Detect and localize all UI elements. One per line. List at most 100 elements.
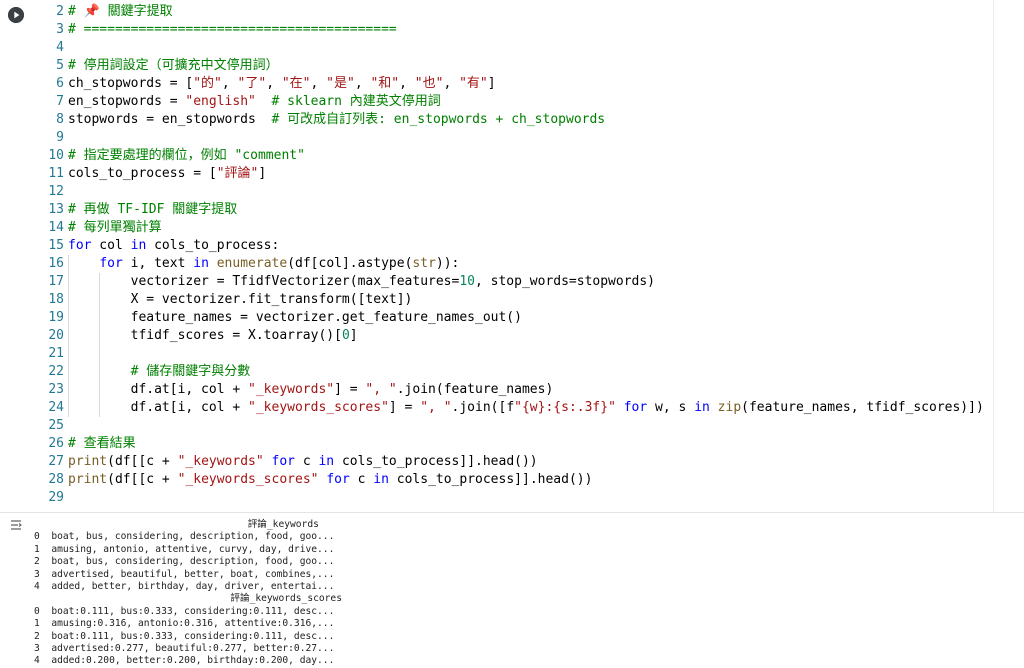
code-line[interactable]: 8 stopwords = en_stopwords # 可改成自訂列表: en_… [0, 111, 993, 129]
code-text: for col in cols_to_process: [68, 237, 279, 255]
line-number: 23 [48, 382, 64, 397]
output-line: 0 boat, bus, considering, description, f… [34, 531, 335, 543]
output-line: 0 boat:0.111, bus:0.333, considering:0.1… [34, 605, 335, 617]
line-number: 24 [48, 400, 64, 415]
code-token: cols_to_process = [ [68, 166, 217, 181]
code-token: # 指定要處理的欄位，例如 "comment" [68, 148, 305, 163]
code-line[interactable]: 6 ch_stopwords = ["的", "了", "在", "是", "和"… [0, 75, 993, 93]
code-token: in [193, 256, 209, 271]
line-number: 5 [56, 58, 64, 73]
code-cell[interactable]: 2 # 📌 關鍵字提取 3 # ===========================… [0, 0, 1024, 513]
code-token: "的" [193, 76, 222, 91]
code-text: for i, text in enumerate(df[col].astype(… [68, 255, 459, 273]
code-line[interactable]: 28 print(df[[c + "_keywords_scores" for c… [0, 471, 993, 489]
line-number: 25 [48, 418, 64, 433]
code-token: # 每列單獨計算 [68, 220, 162, 235]
code-line[interactable]: 23 df.at[i, col + "_keywords"] = ", ".jo… [0, 381, 993, 399]
code-token: (df[[c + [107, 454, 178, 469]
code-token: .join([f [451, 400, 515, 415]
code-line[interactable]: 7 en_stopwords = "english" # sklearn 內建英文… [0, 93, 993, 111]
code-line[interactable]: 5 # 停用詞設定（可擴充中文停用詞） [0, 57, 993, 75]
code-line[interactable]: 19 feature_names = vectorizer.get_featur… [0, 309, 993, 327]
code-line[interactable]: 11 cols_to_process = ["評論"] [0, 165, 993, 183]
code-text: # 儲存關鍵字與分數 [68, 363, 251, 381]
code-token: c [349, 472, 374, 487]
code-token: for [326, 472, 350, 487]
line-number: 15 [48, 238, 64, 253]
code-text: df.at[i, col + "_keywords"] = ", ".join(… [68, 381, 554, 399]
output-collapse-icon[interactable] [9, 518, 23, 532]
code-line[interactable]: 24 df.at[i, col + "_keywords_scores"] = … [0, 399, 993, 417]
code-token: i, text [122, 256, 194, 271]
code-text: # 📌 關鍵字提取 [68, 3, 173, 21]
code-token: df.at[i, col + [68, 382, 249, 397]
code-line[interactable]: 27 print(df[[c + "_keywords" for c in col… [0, 453, 993, 471]
line-number: 20 [48, 328, 64, 343]
code-line[interactable]: 20 tfidf_scores = X.toarray()[0] [0, 327, 993, 345]
code-text: # ======================================… [68, 21, 397, 39]
code-line[interactable]: 21 [0, 345, 993, 363]
line-number: 26 [48, 436, 64, 451]
code-token: ] [258, 166, 267, 181]
code-line[interactable]: 26 # 查看結果 [0, 435, 993, 453]
code-token: , [266, 76, 282, 91]
line-number: 21 [48, 346, 64, 361]
code-token: "_keywords_scores" [248, 400, 389, 415]
code-text: # 指定要處理的欄位，例如 "comment" [68, 147, 305, 165]
code-line[interactable]: 18 X = vectorizer.fit_transform([text]) [0, 291, 993, 309]
output-line: 2 boat, bus, considering, description, f… [34, 556, 335, 568]
code-token: cols_to_process: [146, 238, 280, 253]
code-line[interactable]: 14 # 每列單獨計算 [0, 219, 993, 237]
code-token: feature_names = vectorizer.get_feature_n… [68, 310, 522, 325]
code-line[interactable]: 12 [0, 183, 993, 201]
line-number: 9 [56, 130, 64, 145]
code-line[interactable]: 29 [0, 489, 993, 507]
code-token: ] = [334, 382, 366, 397]
code-line[interactable]: 17 vectorizer = TfidfVectorizer(max_feat… [0, 273, 993, 291]
code-token: # 儲存關鍵字與分數 [130, 364, 251, 379]
code-line[interactable]: 13 # 再做 TF-IDF 關鍵字提取 [0, 201, 993, 219]
code-editor[interactable]: 2 # 📌 關鍵字提取 3 # ===========================… [0, 3, 993, 507]
code-line[interactable]: 16 for i, text in enumerate(df[col].asty… [0, 255, 993, 273]
code-token: col [91, 238, 131, 253]
code-token: for [68, 238, 92, 253]
code-token: for [623, 400, 648, 415]
code-line[interactable]: 4 [0, 39, 993, 57]
line-number: 14 [48, 220, 64, 235]
code-token: "評論" [216, 166, 259, 181]
code-token: c [295, 454, 319, 469]
code-token: cols_to_process]].head()) [388, 472, 593, 487]
code-token: for [271, 454, 295, 469]
indent-guide [99, 345, 101, 363]
code-line[interactable]: 3 # =====================================… [0, 21, 993, 39]
code-line[interactable]: 10 # 指定要處理的欄位，例如 "comment" [0, 147, 993, 165]
output-line: 4 added:0.200, better:0.200, birthday:0.… [34, 655, 335, 667]
line-number: 22 [48, 364, 64, 379]
code-line[interactable]: 2 # 📌 關鍵字提取 [0, 3, 993, 21]
code-text: X = vectorizer.fit_transform([text]) [68, 291, 413, 309]
code-text: print(df[[c + "_keywords" for c in cols_… [68, 453, 538, 471]
code-text: # 每列單獨計算 [68, 219, 162, 237]
code-token: 0 [341, 328, 350, 343]
line-number: 3 [56, 22, 64, 37]
code-token: # sklearn 內建英文停用詞 [271, 94, 441, 109]
code-line[interactable]: 9 [0, 129, 993, 147]
code-line[interactable]: 15 for col in cols_to_process: [0, 237, 993, 255]
code-token: , [221, 76, 238, 91]
line-number: 11 [48, 166, 64, 181]
code-token: ] = [388, 400, 421, 415]
code-text: stopwords = en_stopwords # 可改成自訂列表: en_s… [68, 111, 605, 129]
code-token: # ======================================… [68, 22, 397, 37]
code-token: cols_to_process]].head()) [334, 454, 538, 469]
code-text: # 再做 TF-IDF 關鍵字提取 [68, 201, 237, 219]
code-token: (feature_names, tfidf_scores)]) [741, 400, 984, 415]
code-token: tfidf_scores = X.toarray()[ [68, 328, 342, 343]
code-line[interactable]: 22 # 儲存關鍵字與分數 [0, 363, 993, 381]
code-line[interactable]: 25 [0, 417, 993, 435]
code-token: , [443, 76, 460, 91]
code-token: "也" [414, 76, 444, 91]
code-text: feature_names = vectorizer.get_feature_n… [68, 309, 522, 327]
